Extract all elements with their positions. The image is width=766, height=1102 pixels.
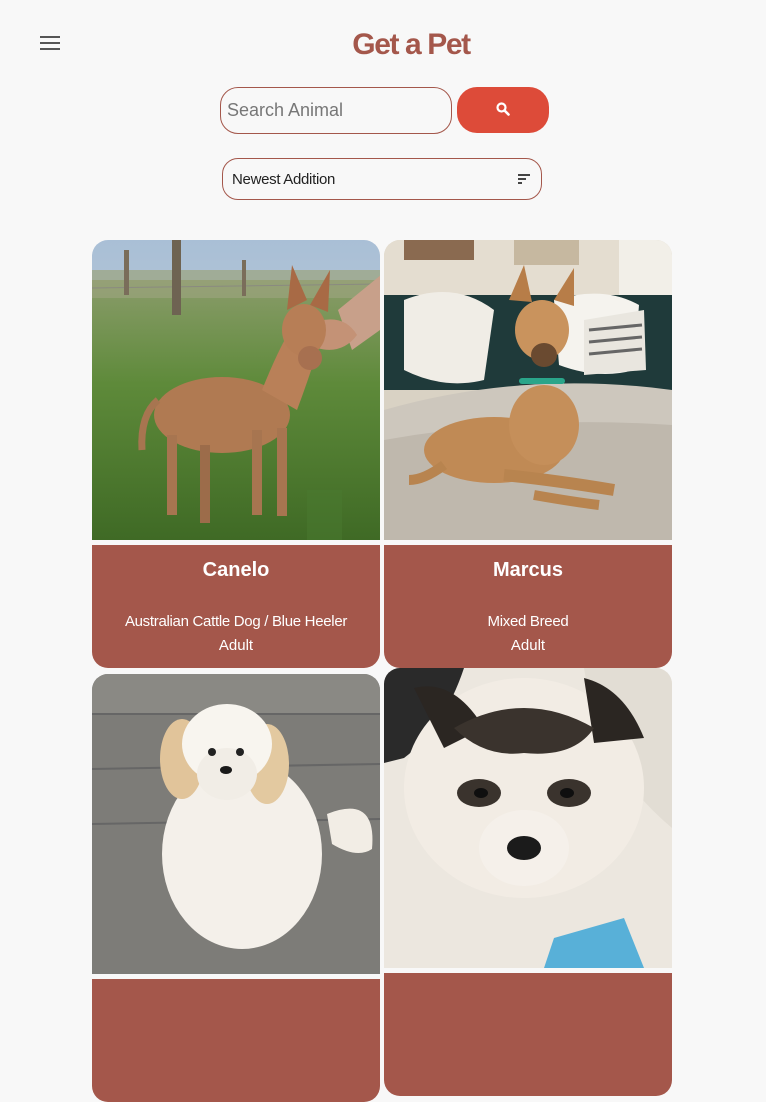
search-button[interactable]	[457, 87, 549, 133]
sort-select[interactable]: Newest Addition	[222, 158, 542, 200]
page-title: Get a Pet	[352, 28, 471, 61]
pet-card[interactable]	[92, 674, 380, 1102]
sort-icon	[518, 174, 530, 184]
pet-breed: Australian Cattle Dog / Blue Heeler	[124, 613, 348, 630]
pet-info: Canelo Australian Cattle Dog / Blue Heel…	[92, 545, 380, 668]
pet-age: Adult	[218, 637, 254, 654]
search-icon	[496, 102, 510, 116]
pet-card[interactable]: Canelo Australian Cattle Dog / Blue Heel…	[92, 240, 380, 668]
pet-card[interactable]	[384, 668, 672, 1096]
pet-name: Marcus	[492, 559, 564, 581]
pet-breed: Mixed Breed	[487, 613, 569, 630]
pet-age: Adult	[510, 637, 546, 654]
pet-info: Marcus Mixed Breed Adult	[384, 545, 672, 668]
pet-info	[92, 979, 380, 1102]
pet-photo	[92, 240, 380, 540]
sort-selected-label: Newest Addition	[232, 171, 336, 188]
pet-info	[384, 973, 672, 1096]
pet-photo	[384, 668, 672, 968]
pet-name: Canelo	[202, 559, 270, 581]
pet-card[interactable]: Marcus Mixed Breed Adult	[384, 240, 672, 668]
search-input[interactable]	[220, 87, 452, 134]
pet-photo	[92, 674, 380, 974]
pet-photo	[384, 240, 672, 540]
